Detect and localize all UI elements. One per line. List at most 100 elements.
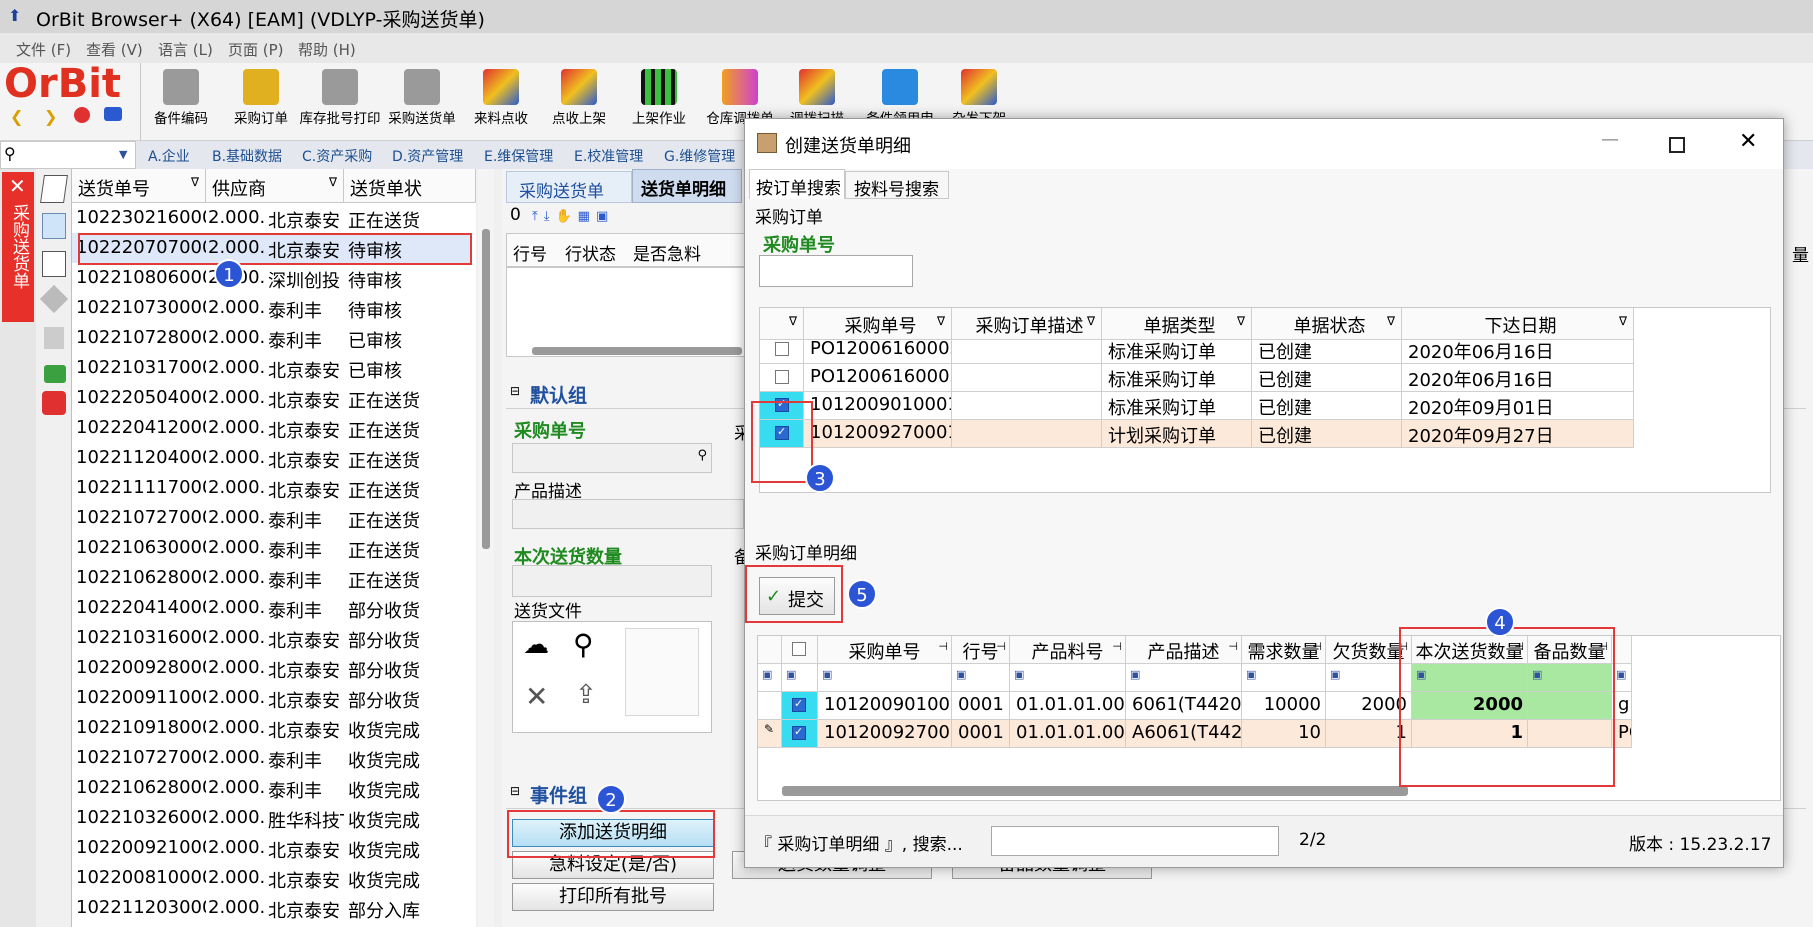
detail-hscroll[interactable] [532, 347, 742, 355]
nav-toolbar-icons[interactable]: ⤒⤓✋▦▣ [532, 209, 642, 225]
detail-col-header-po[interactable]: 采购单号 ⊣ [818, 636, 952, 664]
detail-grid-hscroll[interactable] [782, 786, 1408, 796]
filter-cell[interactable]: ▣ [758, 664, 782, 692]
filter-icon[interactable]: ∇ [789, 314, 797, 328]
side-tab-delivery-note[interactable]: ✕ 采购送货单 [2, 172, 34, 322]
toolbar-btn-incoming-check[interactable]: 来料点收 [462, 65, 540, 139]
pencil-icon[interactable] [42, 251, 66, 277]
table-row[interactable]: 10222050400012.000.1北京泰安正在送货 [72, 383, 472, 413]
table-row[interactable]: 10220091100012.000.1北京泰安部分收货 [72, 683, 472, 713]
toolbar-btn-shelve-job[interactable]: 上架作业 [620, 65, 698, 139]
dialog-po-input[interactable] [759, 255, 913, 287]
nav-repair[interactable]: G.维修管理 [664, 146, 735, 166]
filter-cell[interactable]: ▣ [952, 664, 1010, 692]
collapse-icon[interactable]: ⊟ [510, 384, 520, 398]
row-checkbox[interactable] [792, 697, 806, 712]
detail-col-header-req[interactable]: 需求数量 ⊣ [1242, 636, 1326, 664]
row-checkbox-cell[interactable] [760, 364, 804, 392]
tab-delivery-detail[interactable]: 送货单明细 [632, 169, 742, 203]
detail-col-header-desc[interactable]: 产品描述 ⊣ [1126, 636, 1242, 664]
filter-cell[interactable]: ▣ [1126, 664, 1242, 692]
select-all-checkbox[interactable] [792, 642, 806, 656]
filter-icon[interactable]: ▣ [1616, 668, 1626, 681]
row-checkbox-cell[interactable] [760, 336, 804, 364]
table-row[interactable]: 10222041200032.000.1北京泰安正在送货 [72, 413, 472, 443]
qty-input[interactable] [512, 565, 712, 597]
forward-icon[interactable]: ❯ [44, 107, 57, 126]
menu-view[interactable]: 查看 (V) [86, 39, 143, 60]
pin-icon[interactable]: ⊣ [1312, 640, 1322, 653]
row-checkbox-cell[interactable] [782, 720, 818, 748]
toolbar-btn-delivery-note[interactable]: 采购送货单 [380, 65, 464, 139]
delete-icon[interactable]: ✕ [525, 680, 548, 713]
left-scrollbar[interactable] [478, 169, 494, 927]
close-icon[interactable]: ✕ [9, 174, 26, 198]
col-header-delivery-no[interactable]: 送货单号 ∇ [72, 169, 206, 203]
filter-icon[interactable]: ∇ [1619, 314, 1627, 328]
detail-col-header-row-indicator[interactable] [758, 636, 782, 664]
po-no-input[interactable]: ⚲ [512, 443, 712, 473]
home-icon[interactable] [104, 107, 122, 121]
table-row[interactable]: 10221062800012.000.6泰利丰 正在送货 [72, 563, 472, 593]
filter-icon[interactable]: ∇ [937, 314, 945, 328]
filter-icon[interactable]: ▣ [822, 668, 832, 681]
menu-language[interactable]: 语言 (L) [158, 39, 213, 60]
table-row[interactable]: 10221120300042.000.1北京泰安部分入库 [72, 893, 472, 923]
filter-icon[interactable]: ▣ [1330, 668, 1340, 681]
collapse-icon[interactable]: ⊟ [510, 784, 520, 798]
footer-search-input[interactable] [991, 826, 1279, 856]
filter-cell[interactable]: ▣ [782, 664, 818, 692]
nav-calibration[interactable]: E.校准管理 [574, 146, 643, 166]
scroll-thumb[interactable] [482, 229, 490, 549]
col-header-supplier[interactable]: 供应商 ∇ [206, 169, 344, 203]
nav-search-input[interactable]: ⚲ ▼ [0, 141, 136, 169]
table-row[interactable]: 10221072800012.000.6泰利丰 已审核 [72, 323, 472, 353]
filter-cell[interactable]: ▣ [1242, 664, 1326, 692]
row-checkbox[interactable] [775, 370, 789, 384]
detail-col-header-tail[interactable] [1612, 636, 1632, 664]
col-header-status[interactable]: 送货单状 [344, 169, 476, 203]
table-row[interactable]: 10221080600012.000.4深圳创投待审核 [72, 263, 472, 293]
pin-icon[interactable]: ⊣ [996, 640, 1006, 653]
stop-icon[interactable] [74, 107, 90, 123]
menu-page[interactable]: 页面 (P) [228, 39, 284, 60]
documents-icon[interactable] [42, 213, 66, 239]
table-row[interactable]: 10221062800092.000.6泰利丰 收货完成 [72, 773, 472, 803]
row-checkbox[interactable] [775, 342, 789, 356]
nav-base-data[interactable]: B.基础数据 [212, 146, 282, 166]
toolbar-btn-spare-code[interactable]: 备件编码 [142, 65, 220, 139]
table-row[interactable]: 10221031700022.000.1北京泰安已审核 [72, 353, 472, 383]
pin-icon[interactable]: ⊣ [938, 640, 948, 653]
filter-icon[interactable]: ▣ [956, 668, 966, 681]
table-row[interactable]: 10220092800012.000.1北京泰安部分收货 [72, 653, 472, 683]
menu-help[interactable]: 帮助 (H) [298, 39, 356, 60]
detail-col-header-select[interactable] [782, 636, 818, 664]
detail-col-header-part[interactable]: 产品料号 ⊣ [1010, 636, 1126, 664]
nav-enterprise[interactable]: A.企业 [148, 146, 190, 166]
table-row[interactable]: 10221120400012.000.1北京泰安正在送货 [72, 443, 472, 473]
page-icon[interactable] [40, 175, 68, 203]
filter-cell[interactable]: ▣ [818, 664, 952, 692]
nav-asset-purchase[interactable]: C.资产采购 [302, 146, 372, 166]
toolbar-btn-stock-lot-print[interactable]: 库存批号打印 [298, 65, 382, 139]
maximize-icon[interactable] [1669, 137, 1685, 153]
toolbar-btn-purchase-order[interactable]: 采购订单 [222, 65, 300, 139]
table-row[interactable]: 10221032600042.000.5胜华科技T收货完成 [72, 803, 472, 833]
table-row[interactable]: 10221072700032.000.6泰利丰 收货完成 [72, 743, 472, 773]
table-row[interactable]: 10221111700012.000.1北京泰安正在送货 [72, 473, 472, 503]
check-doc-icon[interactable] [44, 327, 64, 349]
power-icon[interactable] [42, 391, 66, 415]
row-checkbox[interactable] [792, 725, 806, 740]
filter-icon[interactable]: ▣ [786, 668, 796, 681]
tab-delivery-note[interactable]: 采购送货单 [506, 171, 632, 203]
tab-search-by-order[interactable]: 按订单搜索 [749, 169, 845, 199]
pin-icon[interactable]: ⊣ [1228, 640, 1238, 653]
minimize-icon[interactable]: — [1601, 129, 1619, 150]
tab-search-by-part[interactable]: 按料号搜索 [845, 171, 949, 200]
col-line-no[interactable]: 行号 [513, 240, 547, 265]
col-urgent[interactable]: 是否急料 [633, 240, 701, 265]
filter-icon[interactable]: ∇ [1237, 314, 1245, 328]
detail-col-header-line[interactable]: 行号 ⊣ [952, 636, 1010, 664]
search-icon[interactable]: ⚲ [697, 448, 707, 463]
table-row[interactable]: 10223021600012.000.1北京泰安正在送货 [72, 203, 472, 233]
